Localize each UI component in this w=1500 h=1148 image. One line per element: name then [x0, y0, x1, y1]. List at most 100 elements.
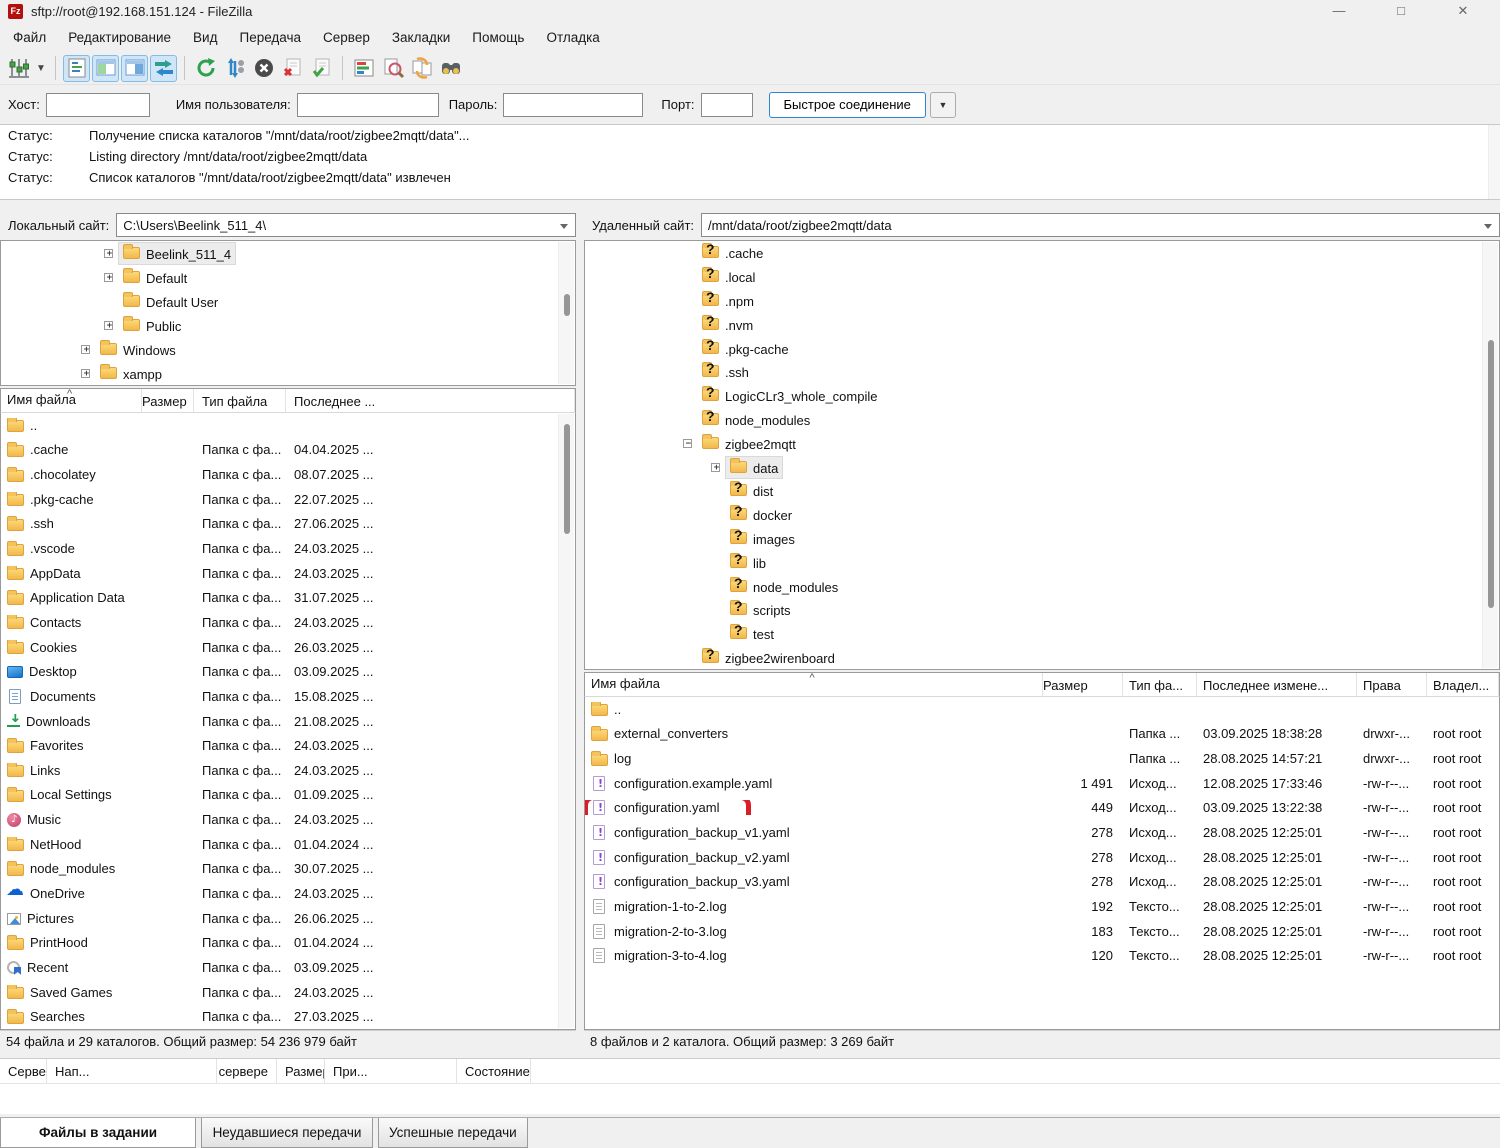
password-input[interactable] [503, 93, 643, 117]
tree-expander[interactable] [81, 369, 90, 378]
tree-item[interactable]: .cache [585, 241, 1499, 265]
scroll-thumb[interactable] [1488, 340, 1494, 608]
refresh-button[interactable] [192, 55, 219, 82]
table-row[interactable]: configuration_backup_v3.yaml 278 Исход..… [585, 869, 1499, 894]
file-search-button[interactable] [379, 55, 406, 82]
remote-path-combo[interactable]: /mnt/data/root/zigbee2mqtt/data [701, 213, 1500, 237]
table-row[interactable]: OneDrive Папка с фа... 24.03.2025 ... [1, 881, 575, 906]
tree-item[interactable]: .local [585, 265, 1499, 289]
table-row[interactable]: Links Папка с фа... 24.03.2025 ... [1, 758, 575, 783]
table-row[interactable]: .. [1, 413, 575, 438]
column-header-permissions[interactable]: Права [1357, 673, 1427, 696]
table-row[interactable]: .pkg-cache Папка с фа... 22.07.2025 ... [1, 487, 575, 512]
menu-item[interactable]: Файл [2, 30, 57, 45]
menu-item[interactable]: Вид [182, 30, 228, 45]
tree-item[interactable]: .npm [585, 289, 1499, 313]
toggle-message-log-button[interactable] [63, 55, 90, 82]
tree-expander[interactable] [711, 463, 720, 472]
local-path-combo[interactable]: C:\Users\Beelink_511_4\ [116, 213, 576, 237]
port-input[interactable] [701, 93, 753, 117]
menu-item[interactable]: Сервер [312, 30, 381, 45]
table-row[interactable]: node_modules Папка с фа... 30.07.2025 ..… [1, 857, 575, 882]
table-row[interactable]: configuration.example.yaml 1 491 Исход..… [585, 771, 1499, 796]
table-row[interactable]: .chocolatey Папка с фа... 08.07.2025 ... [1, 462, 575, 487]
table-row[interactable]: .. [585, 697, 1499, 722]
toggle-local-tree-button[interactable] [92, 55, 119, 82]
table-row[interactable]: Desktop Папка с фа... 03.09.2025 ... [1, 659, 575, 684]
table-row[interactable]: Downloads Папка с фа... 21.08.2025 ... [1, 709, 575, 734]
table-row[interactable]: migration-2-to-3.log 183 Тексто... 28.08… [585, 919, 1499, 944]
queue-column-header[interactable]: Сервер/Локальны... [0, 1059, 47, 1083]
scroll-thumb[interactable] [564, 424, 570, 534]
toggle-remote-tree-button[interactable] [121, 55, 148, 82]
tree-item[interactable]: LogicCLr3_whole_compile [585, 384, 1499, 408]
table-row[interactable]: migration-1-to-2.log 192 Тексто... 28.08… [585, 894, 1499, 919]
table-row[interactable]: Saved Games Папка с фа... 24.03.2025 ... [1, 980, 575, 1005]
table-row[interactable]: .cache Папка с фа... 04.04.2025 ... [1, 438, 575, 463]
tree-expander[interactable] [81, 345, 90, 354]
tree-item[interactable]: zigbee2wirenboard [585, 646, 1499, 670]
tree-item[interactable]: lib [585, 550, 1499, 574]
site-manager-dropdown[interactable]: ▼ [33, 55, 49, 82]
queue-column-header[interactable]: Нап... [47, 1059, 217, 1083]
column-header-modified[interactable]: Последнее измене... [1197, 673, 1357, 696]
tree-item[interactable]: scripts [585, 598, 1499, 622]
queue-tab[interactable]: Файлы в задании [0, 1118, 196, 1148]
table-row[interactable]: Music Папка с фа... 24.03.2025 ... [1, 807, 575, 832]
find-files-button[interactable] [437, 55, 464, 82]
reconnect-button[interactable] [308, 55, 335, 82]
toggle-transfer-queue-button[interactable] [150, 55, 177, 82]
tree-item[interactable]: data [585, 455, 1499, 479]
queue-column-header[interactable]: Файл на сервере [217, 1059, 277, 1083]
column-header-size[interactable]: Размер [142, 389, 194, 412]
table-row[interactable]: Pictures Папка с фа... 26.06.2025 ... [1, 906, 575, 931]
tree-item[interactable]: Windows [1, 337, 575, 361]
table-row[interactable]: log Папка ... 28.08.2025 14:57:21 drwxr-… [585, 746, 1499, 771]
table-row[interactable]: PrintHood Папка с фа... 01.04.2024 ... [1, 930, 575, 955]
table-row[interactable]: external_converters Папка ... 03.09.2025… [585, 722, 1499, 747]
tree-item[interactable]: docker [585, 503, 1499, 527]
column-header-owner[interactable]: Владел... [1427, 673, 1499, 696]
local-list-scrollbar[interactable] [558, 414, 574, 1028]
queue-column-header[interactable]: Состояние [457, 1059, 531, 1083]
table-row[interactable]: Documents Папка с фа... 15.08.2025 ... [1, 684, 575, 709]
table-row[interactable]: Cookies Папка с фа... 26.03.2025 ... [1, 635, 575, 660]
tree-expander[interactable] [104, 273, 113, 282]
table-row[interactable]: Application Data Папка с фа... 31.07.202… [1, 585, 575, 610]
table-row[interactable]: configuration_backup_v1.yaml 278 Исход..… [585, 820, 1499, 845]
table-row[interactable]: configuration_backup_v2.yaml 278 Исход..… [585, 845, 1499, 870]
cancel-operation-button[interactable] [250, 55, 277, 82]
tree-expander[interactable] [104, 321, 113, 330]
queue-column-header[interactable]: При... [325, 1059, 457, 1083]
tree-item[interactable]: .ssh [585, 360, 1499, 384]
tree-item[interactable]: dist [585, 479, 1499, 503]
site-manager-button[interactable] [5, 55, 32, 82]
table-row[interactable]: migration-3-to-4.log 120 Тексто... 28.08… [585, 943, 1499, 968]
directory-comparison-button[interactable] [350, 55, 377, 82]
table-row[interactable]: NetHood Папка с фа... 01.04.2024 ... [1, 832, 575, 857]
menu-item[interactable]: Помощь [461, 30, 535, 45]
tree-item[interactable]: Default [1, 265, 575, 289]
menu-item[interactable]: Редактирование [57, 30, 182, 45]
tree-expander[interactable] [683, 439, 692, 448]
tree-item[interactable]: node_modules [585, 574, 1499, 598]
close-button[interactable]: ✕ [1432, 0, 1494, 22]
tree-item[interactable]: node_modules [585, 408, 1499, 432]
tree-item[interactable]: .pkg-cache [585, 336, 1499, 360]
column-header-modified[interactable]: Последнее ... [286, 389, 575, 412]
table-row[interactable]: configuration.yaml 449 Исход... 03.09.20… [585, 796, 1499, 821]
queue-tab[interactable]: Неудавшиеся передачи [201, 1118, 373, 1148]
column-header-size[interactable]: Размер [1043, 673, 1123, 696]
tree-item[interactable]: Public [1, 313, 575, 337]
scroll-thumb[interactable] [564, 294, 570, 316]
toggle-queue-processing-button[interactable] [221, 55, 248, 82]
menu-item[interactable]: Отладка [535, 30, 610, 45]
tree-item[interactable]: images [585, 527, 1499, 551]
tree-item[interactable]: zigbee2mqtt [585, 431, 1499, 455]
quickconnect-button[interactable]: Быстрое соединение [769, 92, 926, 118]
menu-item[interactable]: Закладки [381, 30, 461, 45]
disconnect-button[interactable] [279, 55, 306, 82]
table-row[interactable]: .ssh Папка с фа... 27.06.2025 ... [1, 512, 575, 537]
column-header-name[interactable]: Имя файла [1, 389, 142, 412]
column-header-type[interactable]: Тип фа... [1123, 673, 1197, 696]
